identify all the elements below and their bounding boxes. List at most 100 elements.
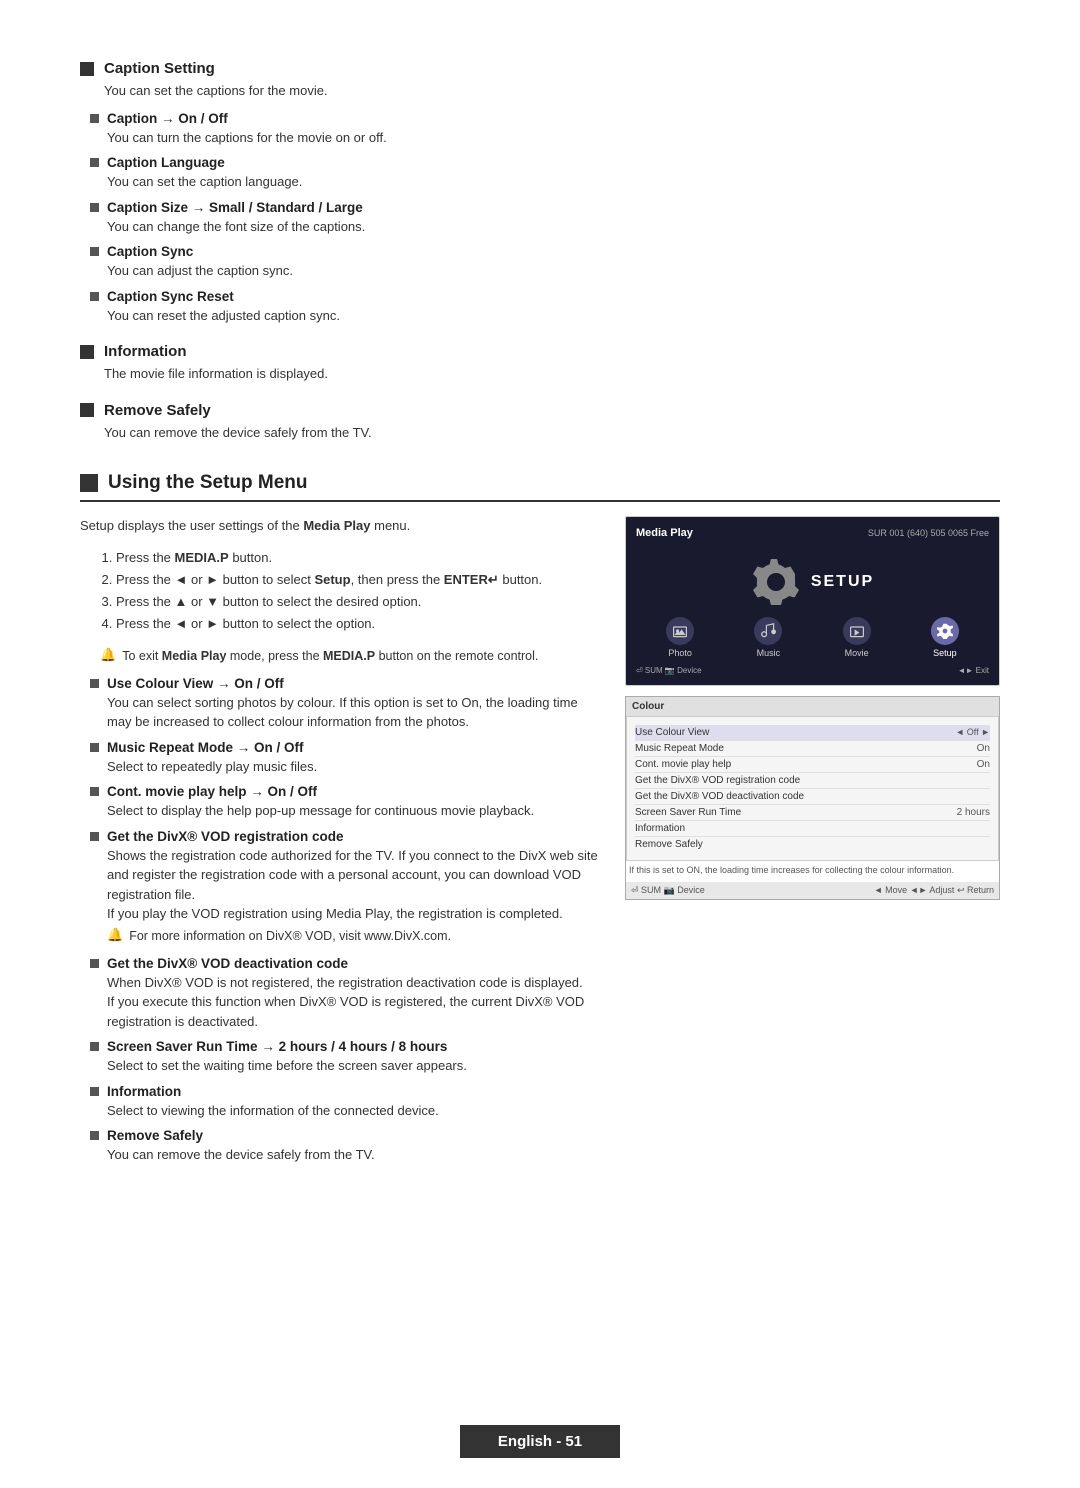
music-repeat-title: Music Repeat Mode → On / Off bbox=[107, 740, 304, 755]
setup-step-1: Press the MEDIA.P button. bbox=[116, 547, 605, 569]
info-desc: Select to viewing the information of the… bbox=[107, 1101, 605, 1121]
divx-deact-title: Get the DivX® VOD deactivation code bbox=[107, 956, 348, 971]
opt-colour-label: Use Colour View bbox=[635, 727, 709, 738]
caption-on-off-title: Caption → On / Off bbox=[107, 111, 228, 126]
opt-remove: Remove Safely bbox=[635, 837, 990, 852]
divx-note: 🔔 For more information on DivX® VOD, vis… bbox=[107, 927, 605, 946]
remove-safely-desc: You can remove the device safely from th… bbox=[104, 423, 1000, 443]
opt-cont-movie: Cont. movie play help On bbox=[635, 757, 990, 773]
setup-section-bullet bbox=[80, 474, 98, 492]
divx-vod-reg-item: Get the DivX® VOD registration code Show… bbox=[90, 829, 605, 946]
bullet-remove-safely-bottom bbox=[90, 1131, 99, 1140]
opt-music-label: Music Repeat Mode bbox=[635, 743, 724, 754]
divx-reg-title: Get the DivX® VOD registration code bbox=[107, 829, 344, 844]
media-play-mockup: Media Play SUR 001 (640) 505 0065 Free S… bbox=[625, 516, 1000, 686]
setup-options-header: Colour bbox=[626, 697, 999, 716]
divx-note-text: For more information on DivX® VOD, visit… bbox=[129, 927, 451, 946]
movie-icon-circle bbox=[843, 617, 871, 645]
setup-intro: Setup displays the user settings of the … bbox=[80, 516, 605, 537]
opt-divx-reg: Get the DivX® VOD registration code bbox=[635, 773, 990, 789]
opt-remove-label: Remove Safely bbox=[635, 839, 703, 850]
music-icon-circle bbox=[754, 617, 782, 645]
note-text: To exit Media Play mode, press the MEDIA… bbox=[122, 647, 538, 666]
screen-saver-desc: Select to set the waiting time before th… bbox=[107, 1056, 605, 1076]
remove-safely-section: Remove Safely You can remove the device … bbox=[80, 402, 1000, 443]
setup-gear-icon bbox=[751, 557, 801, 607]
setup-icon-label: Setup bbox=[933, 648, 957, 658]
setup-left-column: Setup displays the user settings of the … bbox=[80, 516, 605, 1173]
mp-setup: Setup bbox=[931, 617, 959, 658]
caption-sync-reset-desc: You can reset the adjusted caption sync. bbox=[107, 306, 1000, 326]
bullet-cont-movie bbox=[90, 787, 99, 796]
setup-steps-list: Press the MEDIA.P button. Press the ◄ or… bbox=[100, 547, 605, 635]
music-repeat-desc: Select to repeatedly play music files. bbox=[107, 757, 605, 777]
opt-music-repeat: Music Repeat Mode On bbox=[635, 741, 990, 757]
setup-note: 🔔 To exit Media Play mode, press the MED… bbox=[100, 647, 605, 666]
opt-cont-label: Cont. movie play help bbox=[635, 759, 731, 770]
page-number-bar: English - 51 bbox=[460, 1425, 620, 1458]
music-label: Music bbox=[757, 648, 781, 658]
mp-bottom-left: ⏎ SUM 📷 Device bbox=[636, 666, 702, 675]
mp-photo: Photo bbox=[666, 617, 694, 658]
opt-info: Information bbox=[635, 821, 990, 837]
opt-music-val: On bbox=[977, 743, 990, 754]
photo-icon-circle bbox=[666, 617, 694, 645]
caption-setting-desc: You can set the captions for the movie. bbox=[104, 81, 1000, 101]
caption-size-desc: You can change the font size of the capt… bbox=[107, 217, 1000, 237]
screen-saver-item: Screen Saver Run Time → 2 hours / 4 hour… bbox=[90, 1039, 605, 1076]
setup-box-bottom-left: ⏎ SUM 📷 Device bbox=[631, 885, 705, 896]
bullet-caption-language bbox=[90, 158, 99, 167]
remove-safely-bullet bbox=[80, 403, 94, 417]
mp-info: SUR 001 (640) 505 0065 Free bbox=[868, 528, 989, 538]
mp-music: Music bbox=[754, 617, 782, 658]
info-title: Information bbox=[107, 1084, 181, 1099]
remove-safely-bottom-item: Remove Safely You can remove the device … bbox=[90, 1128, 605, 1165]
colour-view-title: Use Colour View → On / Off bbox=[107, 676, 284, 691]
photo-label: Photo bbox=[668, 648, 692, 658]
caption-sync-title: Caption Sync bbox=[107, 244, 193, 259]
mp-title: Media Play bbox=[636, 527, 693, 539]
music-repeat-item: Music Repeat Mode → On / Off Select to r… bbox=[90, 740, 605, 777]
page-number: English - 51 bbox=[498, 1433, 582, 1450]
using-setup-section: Using the Setup Menu Setup displays the … bbox=[80, 472, 1000, 1173]
opt-cont-val: On bbox=[977, 759, 990, 770]
mp-bottom-right: ◄► Exit bbox=[958, 666, 989, 675]
bullet-caption-sync bbox=[90, 247, 99, 256]
information-section: Information The movie file information i… bbox=[80, 343, 1000, 384]
setup-right-column: Media Play SUR 001 (640) 505 0065 Free S… bbox=[625, 516, 1000, 1173]
setup-icon-circle bbox=[931, 617, 959, 645]
bullet-music-repeat bbox=[90, 743, 99, 752]
divx-note-icon: 🔔 bbox=[107, 927, 123, 943]
setup-label: SETUP bbox=[811, 573, 874, 591]
opt-colour-arrow: ◄ Off ► bbox=[955, 727, 990, 738]
movie-label: Movie bbox=[845, 648, 869, 658]
caption-language-title: Caption Language bbox=[107, 155, 225, 170]
information-desc: The movie file information is displayed. bbox=[104, 364, 1000, 384]
caption-sync-item: Caption Sync You can adjust the caption … bbox=[90, 244, 1000, 281]
screen-saver-title: Screen Saver Run Time → 2 hours / 4 hour… bbox=[107, 1039, 447, 1054]
opt-divx-deact: Get the DivX® VOD deactivation code bbox=[635, 789, 990, 805]
setup-options-mockup: Colour Use Colour View ◄ Off ► Music Rep… bbox=[625, 696, 1000, 900]
cont-movie-desc: Select to display the help pop-up messag… bbox=[107, 801, 605, 821]
use-colour-view-item: Use Colour View → On / Off You can selec… bbox=[90, 676, 605, 732]
setup-box-note: If this is set to ON, the loading time i… bbox=[626, 861, 999, 880]
cont-movie-title: Cont. movie play help → On / Off bbox=[107, 784, 317, 799]
setup-options-box: Use Colour View ◄ Off ► Music Repeat Mod… bbox=[626, 716, 999, 861]
setup-step-3: Press the ▲ or ▼ button to select the de… bbox=[116, 591, 605, 613]
mp-icons-row: Photo Music Movie bbox=[636, 617, 989, 658]
caption-size-item: Caption Size → Small / Standard / Large … bbox=[90, 200, 1000, 237]
bullet-divx-deact bbox=[90, 959, 99, 968]
bullet-caption-on-off bbox=[90, 114, 99, 123]
remove-safely-title: Remove Safely bbox=[104, 402, 211, 419]
opt-divx-reg-label: Get the DivX® VOD registration code bbox=[635, 775, 800, 786]
caption-on-off-item: Caption → On / Off You can turn the capt… bbox=[90, 111, 1000, 148]
bullet-screen-saver bbox=[90, 1042, 99, 1051]
caption-language-desc: You can set the caption language. bbox=[107, 172, 1000, 192]
divx-deact-desc: When DivX® VOD is not registered, the re… bbox=[107, 973, 605, 1032]
setup-step-4: Press the ◄ or ► button to select the op… bbox=[116, 613, 605, 635]
opt-info-label: Information bbox=[635, 823, 685, 834]
caption-sync-reset-title: Caption Sync Reset bbox=[107, 289, 234, 304]
caption-setting-section: Caption Setting You can set the captions… bbox=[80, 60, 1000, 325]
page: Caption Setting You can set the captions… bbox=[0, 0, 1080, 1273]
opt-use-colour: Use Colour View ◄ Off ► bbox=[635, 725, 990, 741]
